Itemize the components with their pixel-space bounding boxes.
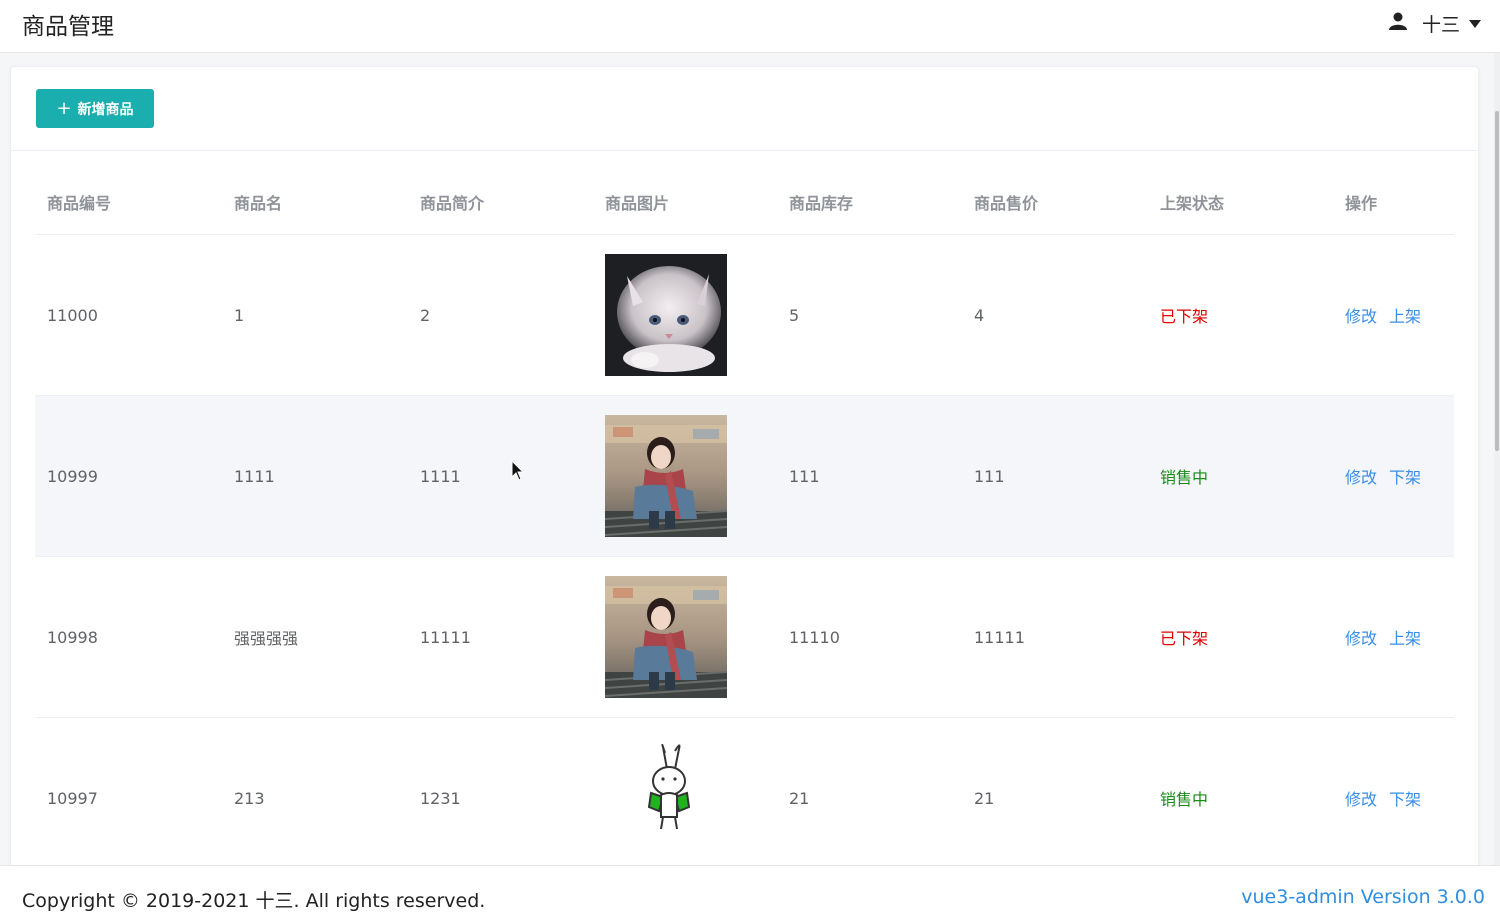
goods-id: 10998: [47, 627, 98, 647]
goods-image-cell: [593, 576, 777, 698]
table-header: 商品编号 商品名 商品简介 商品图片 商品库存 商品售价 上架状态 操作: [35, 169, 1454, 235]
copyright-text: Copyright © 2019-2021 十三. All rights res…: [22, 890, 486, 912]
edit-link[interactable]: 修改: [1345, 464, 1377, 488]
row-actions: 修改 上架: [1333, 303, 1454, 327]
goods-name: 1: [234, 305, 245, 325]
mouse-pointer-icon: [511, 459, 525, 486]
goods-price: 11111: [974, 627, 1025, 647]
top-bar: 商品管理 十三: [0, 0, 1500, 53]
edit-link[interactable]: 修改: [1345, 786, 1377, 810]
table-row: 10999 1111 1111 111 111 销售中 修改 下架: [35, 396, 1454, 557]
table-row: 11000 1 2 5 4 已下架 修改 上架: [35, 235, 1454, 396]
toggle-listing-link[interactable]: 上架: [1389, 303, 1421, 327]
add-goods-button[interactable]: + 新增商品: [36, 89, 154, 128]
goods-name: 213: [234, 788, 265, 808]
column-header-name[interactable]: 商品名: [222, 190, 408, 214]
goods-card: + 新增商品 商品编号 商品名 商品简介 商品图片 商品库存 商品售价 上架状态…: [10, 66, 1479, 886]
goods-intro: 1231: [420, 788, 461, 808]
card-header: + 新增商品: [11, 67, 1478, 151]
row-actions: 修改 上架: [1333, 625, 1454, 649]
user-menu[interactable]: 十三: [1388, 10, 1482, 36]
row-actions: 修改 下架: [1333, 786, 1454, 810]
status-badge: 销售中: [1160, 468, 1209, 487]
column-header-intro[interactable]: 商品简介: [408, 190, 593, 214]
toggle-listing-link[interactable]: 下架: [1389, 464, 1421, 488]
edit-link[interactable]: 修改: [1345, 303, 1377, 327]
bunny-sticker[interactable]: [605, 737, 727, 859]
row-actions: 修改 下架: [1333, 464, 1454, 488]
goods-id: 11000: [47, 305, 98, 325]
goods-intro: 2: [420, 305, 431, 325]
scrollbar-thumb[interactable]: [1495, 111, 1499, 451]
goods-intro: 1111: [420, 466, 461, 486]
column-header-status[interactable]: 上架状态: [1148, 190, 1333, 214]
goods-name: 强强强强: [234, 629, 299, 648]
goods-price: 21: [974, 788, 995, 808]
toggle-listing-link[interactable]: 上架: [1389, 625, 1421, 649]
user-icon: [1388, 11, 1408, 35]
table-row: 10997 213 1231 21 21 销售中 修改 下架: [35, 718, 1454, 879]
column-header-price[interactable]: 商品售价: [962, 190, 1148, 214]
goods-image-cell: [593, 254, 777, 376]
table-row: 10998 强强强强 11111 11110 11111 已下架 修改 上架: [35, 557, 1454, 718]
column-header-stock[interactable]: 商品库存: [777, 190, 962, 214]
girl-with-red-scarf-photo[interactable]: [605, 415, 727, 537]
goods-table: 商品编号 商品名 商品简介 商品图片 商品库存 商品售价 上架状态 操作 110…: [35, 169, 1454, 879]
plus-icon: +: [56, 97, 72, 119]
status-badge: 已下架: [1160, 629, 1209, 648]
column-header-id[interactable]: 商品编号: [35, 190, 222, 214]
goods-stock: 11110: [789, 627, 840, 647]
caret-down-icon: [1468, 14, 1482, 33]
main-content: + 新增商品 商品编号 商品名 商品简介 商品图片 商品库存 商品售价 上架状态…: [0, 53, 1500, 886]
status-badge: 已下架: [1160, 307, 1209, 326]
toggle-listing-link[interactable]: 下架: [1389, 786, 1421, 810]
goods-image-cell: [593, 737, 777, 859]
version-link[interactable]: vue3-admin Version 3.0.0: [1241, 886, 1485, 908]
column-header-image[interactable]: 商品图片: [593, 190, 777, 214]
vertical-scrollbar[interactable]: [1494, 53, 1500, 865]
page-title: 商品管理: [22, 14, 114, 40]
goods-intro: 11111: [420, 627, 471, 647]
goods-image-cell: [593, 415, 777, 537]
footer: Copyright © 2019-2021 十三. All rights res…: [0, 865, 1500, 914]
goods-price: 4: [974, 305, 985, 325]
add-goods-label: 新增商品: [77, 101, 134, 118]
status-badge: 销售中: [1160, 790, 1209, 809]
goods-price: 111: [974, 466, 1005, 486]
white-kitten-photo[interactable]: [605, 254, 727, 376]
girl-with-red-scarf-photo[interactable]: [605, 576, 727, 698]
goods-id: 10999: [47, 466, 98, 486]
goods-name: 1111: [234, 466, 275, 486]
edit-link[interactable]: 修改: [1345, 625, 1377, 649]
goods-stock: 111: [789, 466, 820, 486]
goods-id: 10997: [47, 788, 98, 808]
goods-stock: 21: [789, 788, 810, 808]
column-header-actions[interactable]: 操作: [1333, 190, 1454, 214]
goods-stock: 5: [789, 305, 800, 325]
user-name: 十三: [1421, 13, 1460, 36]
